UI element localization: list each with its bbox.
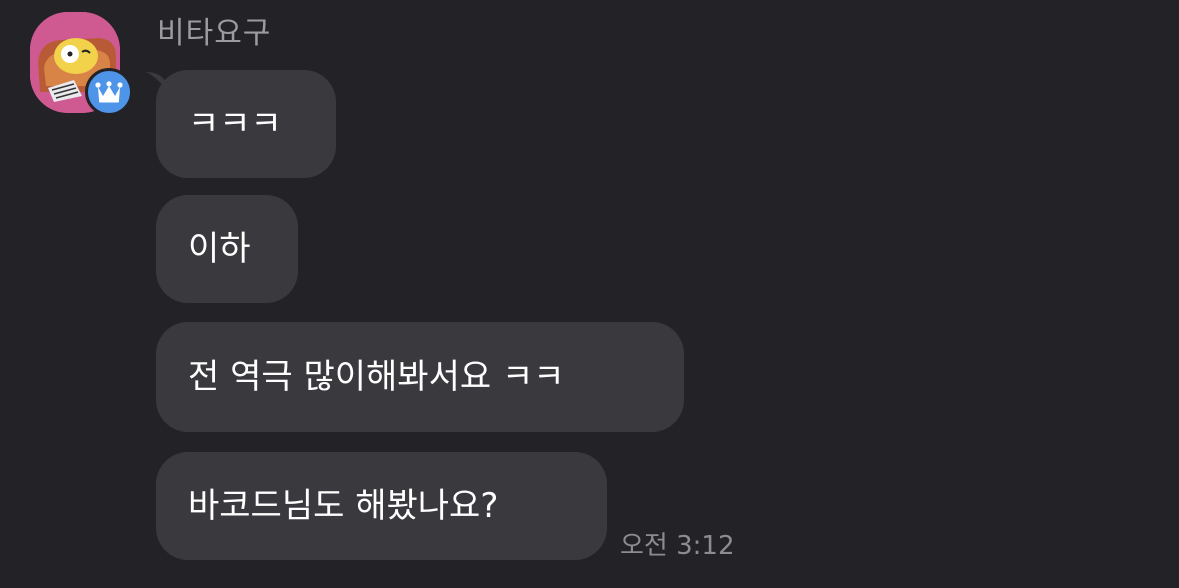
message-bubble[interactable]: ㅋㅋㅋ — [156, 70, 336, 178]
message-bubble[interactable]: 전 역극 많이해봐서요 ㅋㅋ — [156, 322, 684, 432]
message-text: 이하 — [188, 229, 251, 269]
message-text: 바코드님도 해봤나요? — [188, 486, 499, 526]
message-text: 전 역극 많이해봐서요 ㅋㅋ — [188, 357, 565, 397]
message-timestamp: 오전 3:12 — [620, 531, 735, 561]
crown-badge — [85, 68, 133, 116]
message-text: ㅋㅋㅋ — [188, 104, 282, 144]
message-bubble[interactable]: 이하 — [156, 195, 298, 303]
sender-name: 비타요구 — [157, 16, 272, 51]
crown-icon — [95, 81, 123, 103]
avatar[interactable] — [30, 12, 134, 116]
message-bubble[interactable]: 바코드님도 해봤나요? — [156, 452, 607, 560]
